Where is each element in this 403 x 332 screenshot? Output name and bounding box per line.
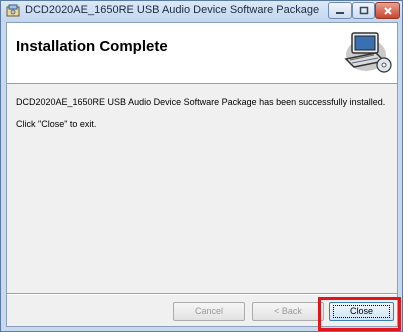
exit-instruction: Click "Close" to exit. <box>16 119 97 129</box>
installer-window: DCD2020AE_1650RE USB Audio Device Softwa… <box>0 0 403 332</box>
maximize-icon <box>359 6 368 15</box>
title-bar[interactable]: DCD2020AE_1650RE USB Audio Device Softwa… <box>1 1 402 22</box>
button-separator <box>7 293 397 295</box>
window-title: DCD2020AE_1650RE USB Audio Device Softwa… <box>25 4 320 16</box>
page-title: Installation Complete <box>16 38 168 55</box>
installer-icon <box>6 4 21 18</box>
computer-cd-icon <box>340 29 392 80</box>
cancel-button[interactable]: Cancel <box>173 302 245 321</box>
minimize-icon <box>336 12 344 14</box>
success-message: DCD2020AE_1650RE USB Audio Device Softwa… <box>16 97 386 107</box>
close-icon <box>383 7 392 15</box>
maximize-button[interactable] <box>352 2 375 19</box>
back-button[interactable]: < Back <box>252 302 324 321</box>
dialog-client-area: Installation Complete DCD2020AE_1650RE U… <box>6 22 398 327</box>
header-banner: Installation Complete <box>7 23 397 84</box>
window-close-button[interactable] <box>375 2 400 19</box>
close-button-highlight <box>318 297 401 331</box>
minimize-button[interactable] <box>328 2 352 19</box>
